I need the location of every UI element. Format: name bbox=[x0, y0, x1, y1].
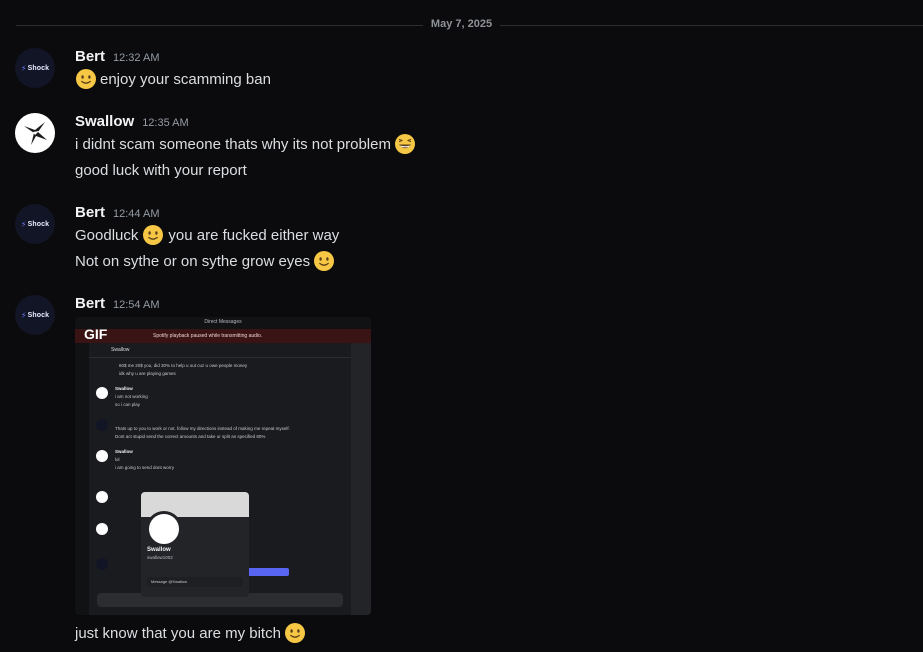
embedded-avatar bbox=[96, 419, 108, 431]
embedded-button bbox=[245, 568, 289, 576]
embedded-avatar bbox=[96, 523, 108, 535]
message-content: good luck with your report bbox=[75, 161, 247, 179]
shock-logo-icon: ⚡ Shock bbox=[20, 219, 50, 229]
message[interactable]: Swallow 12:35 AM i didnt scam someone th… bbox=[15, 113, 923, 183]
embedded-titlebar: Direct Messages bbox=[75, 317, 371, 329]
author-name[interactable]: Bert bbox=[75, 48, 105, 65]
grinning-squint-emoji-icon bbox=[394, 134, 415, 154]
slight-smile-emoji-icon bbox=[143, 225, 164, 245]
author-name[interactable]: Bert bbox=[75, 204, 105, 221]
message-content: Goodluck you are fucked either way bbox=[75, 223, 339, 247]
date-divider: May 7, 2025 bbox=[0, 18, 923, 30]
avatar[interactable] bbox=[15, 113, 55, 153]
swallow-bird-icon bbox=[24, 122, 47, 145]
timestamp: 12:32 AM bbox=[113, 52, 160, 64]
embedded-sidebar bbox=[75, 343, 89, 615]
message-content: Not on sythe or on sythe grow eyes bbox=[75, 249, 335, 273]
embedded-right-panel bbox=[351, 343, 371, 615]
embedded-channel-header: Swallow bbox=[89, 343, 351, 358]
embedded-avatar bbox=[96, 450, 108, 462]
embedded-avatar bbox=[96, 558, 108, 570]
embedded-avatar bbox=[96, 491, 108, 503]
message[interactable]: ⚡ Shock Bert 12:32 AM enjoy your scamming… bbox=[15, 48, 923, 92]
message-content: enjoy your scamming ban bbox=[75, 67, 271, 91]
shock-logo-icon: ⚡ Shock bbox=[20, 310, 50, 320]
author-name[interactable]: Bert bbox=[75, 295, 105, 312]
avatar[interactable]: ⚡ Shock bbox=[15, 295, 55, 335]
embedded-notice-banner: Spotify playback paused while transmitti… bbox=[75, 329, 371, 343]
shock-logo-icon: ⚡ Shock bbox=[20, 63, 50, 73]
avatar[interactable]: ⚡ Shock bbox=[15, 204, 55, 244]
timestamp: 12:35 AM bbox=[142, 117, 189, 129]
embedded-popup-input: Message @Swallow bbox=[147, 577, 243, 587]
message-content: just know that you are my bitch bbox=[75, 621, 306, 645]
gif-attachment[interactable]: Direct Messages Spotify playback paused … bbox=[75, 317, 371, 615]
chat-log: May 7, 2025 ⚡ Shock Bert 12:32 AM enjoy y… bbox=[0, 0, 923, 652]
slight-smile-emoji-icon bbox=[76, 69, 96, 89]
slight-smile-emoji-icon bbox=[314, 251, 335, 271]
gif-badge: GIF bbox=[84, 326, 108, 342]
message-content: i didnt scam someone thats why its not p… bbox=[75, 132, 416, 156]
slight-smile-emoji-icon bbox=[284, 623, 305, 643]
message[interactable]: ⚡ Shock Bert 12:44 AM Goodluck you are fu… bbox=[15, 204, 923, 274]
avatar[interactable]: ⚡ Shock bbox=[15, 48, 55, 88]
message[interactable]: ⚡ Shock Bert 12:54 AM Direct Messages Spo… bbox=[15, 295, 923, 650]
timestamp: 12:54 AM bbox=[113, 299, 160, 311]
timestamp: 12:44 AM bbox=[113, 208, 160, 220]
author-name[interactable]: Swallow bbox=[75, 113, 134, 130]
embedded-profile-popup: Swallow swallow1002 Message @Swallow bbox=[141, 492, 249, 597]
embedded-avatar bbox=[96, 387, 108, 399]
